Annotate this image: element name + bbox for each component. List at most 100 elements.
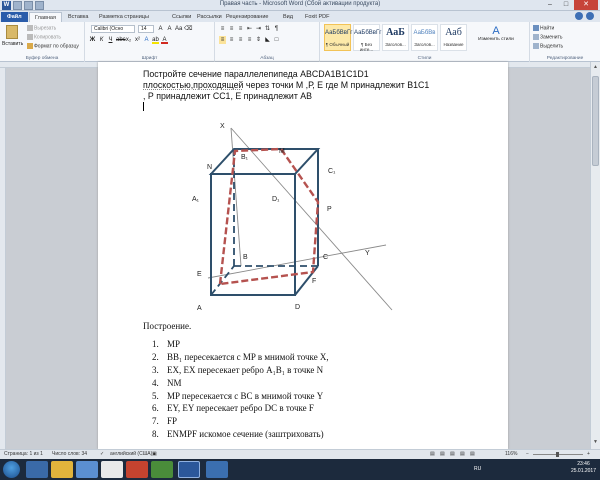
vertical-ruler[interactable] [0,68,6,449]
page-count[interactable]: Страница: 1 из 1 [4,450,43,459]
bullets-icon[interactable]: ≡ [219,25,226,33]
view-outline-icon[interactable]: ▤ [460,450,465,459]
borders-icon[interactable]: □ [273,36,280,44]
document-page[interactable]: Постройте сечение параллелепипеда ABCDA1… [98,62,508,449]
diagram-labels: X M N B₁ C₁ A₁ D₁ P Y B C E F A D [192,123,370,312]
increase-indent-icon[interactable]: ⇥ [255,25,262,33]
taskbar-app-icon[interactable] [126,461,148,478]
minimize-button[interactable]: – [542,0,558,10]
close-button[interactable]: ✕ [574,0,598,10]
replace-button[interactable]: Заменить [533,34,562,40]
font-name-field[interactable]: Calibri (Осно [91,25,135,33]
clear-format-icon[interactable]: ⌫ [184,25,192,33]
bold-icon[interactable]: Ж [89,36,96,44]
view-reading-icon[interactable]: ▤ [440,450,445,459]
font-size-field[interactable]: 14 [138,25,154,33]
list-item: 2. BB₁ пересекается с MP в мнимой точке X… [152,351,329,362]
cut-button[interactable]: Вырезать [27,25,56,31]
label-m: M [279,148,285,155]
word-count[interactable]: Число слов: 34 [52,450,87,459]
view-print-layout-icon[interactable]: ▤ [430,450,435,459]
taskbar-app2-icon[interactable] [151,461,173,478]
align-center-icon[interactable]: ≡ [228,36,235,44]
underline-icon[interactable]: Ч [107,36,114,44]
taskbar-word-icon[interactable] [178,461,200,478]
style-heading-1[interactable]: АаБ Заголов... [382,24,409,51]
change-styles-button[interactable]: A Изменить стили [476,25,516,42]
tab-foxit-pdf[interactable]: Foxit PDF [305,12,329,22]
title-bar: W Правая часть - Microsoft Word (Сбой ак… [0,0,600,11]
tab-insert[interactable]: Вставка [68,12,88,22]
grow-font-icon[interactable]: A [157,25,164,33]
zoom-level[interactable]: 116% [505,450,517,459]
taskbar-chrome-icon[interactable] [101,461,123,478]
find-button[interactable]: Найти [533,25,554,31]
text-effects-icon[interactable]: A [143,36,150,44]
shading-icon[interactable]: ◣ [264,36,271,44]
macro-icon[interactable]: ▣ [152,450,157,459]
line-spacing-icon[interactable]: ⇕ [255,36,262,44]
vertical-scrollbar[interactable]: ▲ ▼ [590,62,600,449]
list-item: 3. EX, EX пересекает ребро A₁B₁ в точке N [152,364,324,375]
style-heading-2[interactable]: АаБбВв Заголов... [411,24,438,51]
view-web-icon[interactable]: ▤ [450,450,455,459]
copy-button[interactable]: Копировать [27,34,61,40]
paste-button[interactable]: Вставить [2,25,23,47]
tab-review[interactable]: Рецензирование [226,12,268,22]
tab-home[interactable]: Главная [29,12,62,22]
numbering-icon[interactable]: ≡ [228,25,235,33]
taskbar-app3-icon[interactable] [206,461,228,478]
subscript-icon[interactable]: x₂ [125,36,132,44]
style-title[interactable]: Ааб Название [440,24,467,51]
input-language[interactable]: RU [474,466,481,472]
zoom-in-icon[interactable]: + [587,450,590,459]
style-no-spacing[interactable]: АаБбВвГг ¶ Без инте... [353,24,381,52]
zoom-out-icon[interactable]: − [526,450,529,459]
tab-references[interactable]: Ссылки [172,12,191,22]
justify-icon[interactable]: ≡ [246,36,253,44]
help-icon[interactable] [586,12,594,20]
italic-icon[interactable]: К [98,36,105,44]
multilevel-list-icon[interactable]: ≡ [237,25,244,33]
system-clock[interactable]: 23:46 25.01.2017 [571,461,596,475]
sort-icon[interactable]: ⇅ [264,25,271,33]
taskbar-ie-icon[interactable] [26,461,48,478]
taskbar-explorer-icon[interactable] [51,461,73,478]
decrease-indent-icon[interactable]: ⇤ [246,25,253,33]
tab-file[interactable]: Файл [1,12,28,22]
style-normal[interactable]: АаБбВвГг ¶ Обычный [324,24,352,51]
scroll-thumb[interactable] [592,76,599,166]
format-painter-button[interactable]: Формат по образцу [27,43,79,49]
tab-view[interactable]: Вид [283,12,293,22]
binoculars-icon [533,25,539,31]
change-case-icon[interactable]: Aa [175,25,182,33]
tab-mailings[interactable]: Рассылки [197,12,222,22]
start-button[interactable] [3,461,20,478]
strikethrough-icon[interactable]: abc [116,36,126,44]
highlight-icon[interactable]: ab [152,36,159,44]
clock-date: 25.01.2017 [570,468,596,474]
tab-page-layout[interactable]: Разметка страницы [99,12,149,22]
scroll-up-icon[interactable]: ▲ [592,64,599,72]
label-c1: C₁ [328,168,336,175]
task-line-3: , Р принадлежит CC1, E принадлежит AB [143,91,313,101]
shrink-font-icon[interactable]: A [166,25,173,33]
font-size-controls: A A Aa ⌫ [157,25,192,33]
zoom-slider-knob[interactable] [556,452,559,457]
align-left-icon[interactable]: ≡ [219,36,226,44]
minimize-ribbon-icon[interactable] [575,12,583,20]
superscript-icon[interactable]: x² [134,36,141,44]
pilcrow-icon[interactable]: ¶ [273,25,280,33]
taskbar-media-icon[interactable] [76,461,98,478]
align-right-icon[interactable]: ≡ [237,36,244,44]
scroll-down-icon[interactable]: ▼ [592,439,599,447]
paste-icon [6,25,18,39]
task-paragraph[interactable]: Постройте сечение параллелепипеда ABCDA1… [143,69,483,102]
maximize-button[interactable]: □ [558,0,574,10]
list-item: 7. FP [152,416,178,427]
view-draft-icon[interactable]: ▤ [470,450,475,459]
proofing-icon[interactable]: ✓ [100,450,104,459]
language-indicator[interactable]: английский (США) [110,450,152,459]
select-button[interactable]: Выделить [533,43,563,49]
font-color-icon[interactable]: A [161,36,168,44]
